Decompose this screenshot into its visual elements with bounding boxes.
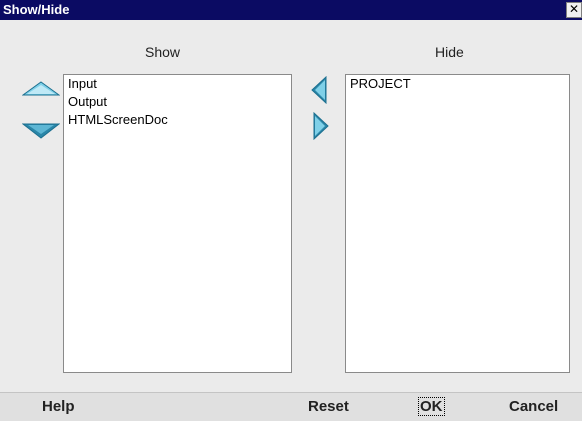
- list-item[interactable]: Output: [64, 93, 291, 111]
- close-icon: ✕: [568, 2, 580, 16]
- close-button[interactable]: ✕: [566, 2, 582, 18]
- list-item[interactable]: PROJECT: [346, 75, 569, 93]
- list-item[interactable]: Input: [64, 75, 291, 93]
- list-item[interactable]: HTMLScreenDoc: [64, 111, 291, 129]
- hide-list[interactable]: PROJECT: [345, 74, 570, 373]
- move-right-arrow-icon[interactable]: [313, 112, 329, 140]
- move-left-arrow-icon[interactable]: [311, 76, 327, 104]
- show-list[interactable]: Input Output HTMLScreenDoc: [63, 74, 292, 373]
- move-up-arrow-icon[interactable]: [22, 81, 60, 97]
- show-hide-dialog: Show/Hide ✕ Show Hide Input Output HTMLS…: [0, 0, 582, 421]
- move-down-arrow-icon[interactable]: [22, 123, 60, 139]
- ok-button[interactable]: OK: [418, 397, 445, 416]
- reset-button[interactable]: Reset: [308, 398, 349, 415]
- help-button[interactable]: Help: [42, 398, 75, 415]
- show-column-label: Show: [145, 44, 181, 60]
- window-title: Show/Hide: [3, 2, 70, 17]
- title-bar[interactable]: Show/Hide ✕: [0, 0, 582, 20]
- hide-column-label: Hide: [435, 44, 464, 60]
- button-bar: Help Reset OK Cancel: [0, 392, 582, 421]
- cancel-button[interactable]: Cancel: [509, 398, 558, 415]
